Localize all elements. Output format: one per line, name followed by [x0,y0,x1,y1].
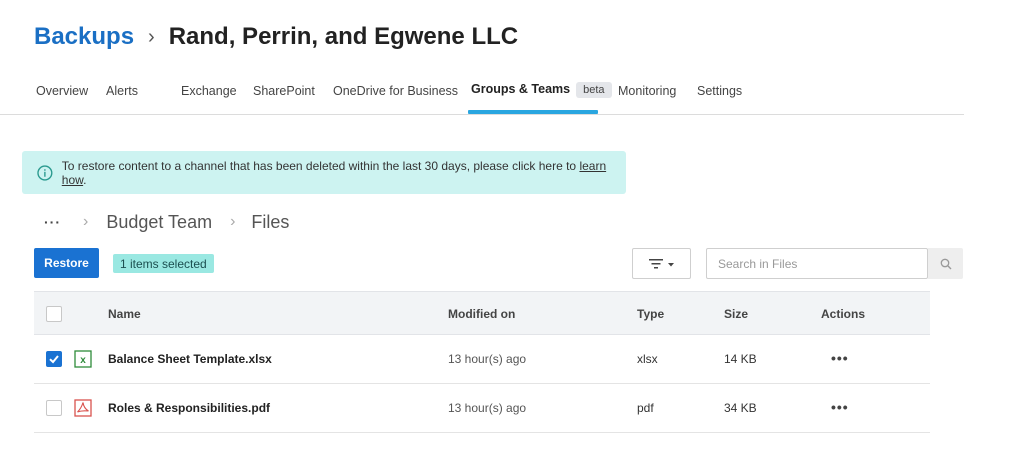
filter-button[interactable] [632,248,691,279]
banner-message: To restore content to a channel that has… [62,159,626,187]
banner-text: To restore content to a channel that has… [61,158,580,173]
selected-count-badge: 1 items selected [113,254,214,273]
files-table: Name Modified on Type Size Actions x Bal… [34,291,930,433]
file-size: 14 KB [724,352,757,366]
column-header-size[interactable]: Size [724,307,748,321]
file-size: 34 KB [724,401,757,415]
column-header-type[interactable]: Type [637,307,664,321]
banner-suffix: . [83,172,87,187]
row-actions-menu[interactable]: ••• [831,350,849,366]
row-checkbox[interactable] [46,351,62,367]
filter-icon [648,258,674,268]
breadcrumb-item-files: Files [251,211,290,232]
tab-groups-teams[interactable]: Groups & Teams beta [471,82,612,98]
title-separator-icon: › [148,25,155,48]
tab-overview[interactable]: Overview [36,84,88,98]
tab-onedrive[interactable]: OneDrive for Business [333,84,458,98]
breadcrumb: ··· › Budget Team › Files [44,208,289,236]
excel-file-icon: x [74,350,92,368]
chevron-right-icon: › [230,213,236,230]
svg-text:x: x [80,355,86,366]
checkmark-icon [49,355,59,364]
file-name[interactable]: Roles & Responsibilities.pdf [108,401,270,415]
file-type: xlsx [637,352,658,366]
search-input[interactable] [706,248,928,279]
restore-button[interactable]: Restore [34,248,99,278]
backups-link[interactable]: Backups [34,23,134,51]
chevron-right-icon: › [83,213,89,230]
file-modified: 13 hour(s) ago [448,352,527,366]
row-actions-menu[interactable]: ••• [831,399,849,415]
row-checkbox[interactable] [46,400,62,416]
tab-bar: Overview Alerts Exchange SharePoint OneD… [0,70,964,115]
tab-groups-teams-label: Groups & Teams [471,82,571,96]
pdf-file-icon [74,399,92,417]
file-name[interactable]: Balance Sheet Template.xlsx [108,352,272,366]
page-title-bar: Backups › Rand, Perrin, and Egwene LLC [34,20,518,54]
tab-monitoring[interactable]: Monitoring [618,84,676,98]
tab-exchange[interactable]: Exchange [181,84,237,98]
table-row[interactable]: Roles & Responsibilities.pdf 13 hour(s) … [34,384,930,433]
organization-name: Rand, Perrin, and Egwene LLC [168,23,519,50]
select-all-checkbox[interactable] [46,306,62,322]
info-banner: To restore content to a channel that has… [22,151,626,194]
tab-settings[interactable]: Settings [697,84,742,98]
column-header-name[interactable]: Name [108,307,141,321]
tab-alerts[interactable]: Alerts [106,84,138,98]
breadcrumb-more-button[interactable]: ··· [44,214,61,230]
column-header-modified[interactable]: Modified on [448,307,515,321]
search-button[interactable] [928,248,963,279]
table-row[interactable]: x Balance Sheet Template.xlsx 13 hour(s)… [34,335,930,384]
table-header: Name Modified on Type Size Actions [34,291,930,335]
search-icon [940,258,951,269]
beta-badge: beta [576,82,612,98]
tab-sharepoint[interactable]: SharePoint [253,84,315,98]
active-tab-indicator [468,110,598,114]
breadcrumb-item-budget-team[interactable]: Budget Team [106,212,212,233]
file-modified: 13 hour(s) ago [448,401,527,415]
file-type: pdf [637,401,654,415]
column-header-actions: Actions [821,307,866,321]
info-icon [37,164,53,181]
